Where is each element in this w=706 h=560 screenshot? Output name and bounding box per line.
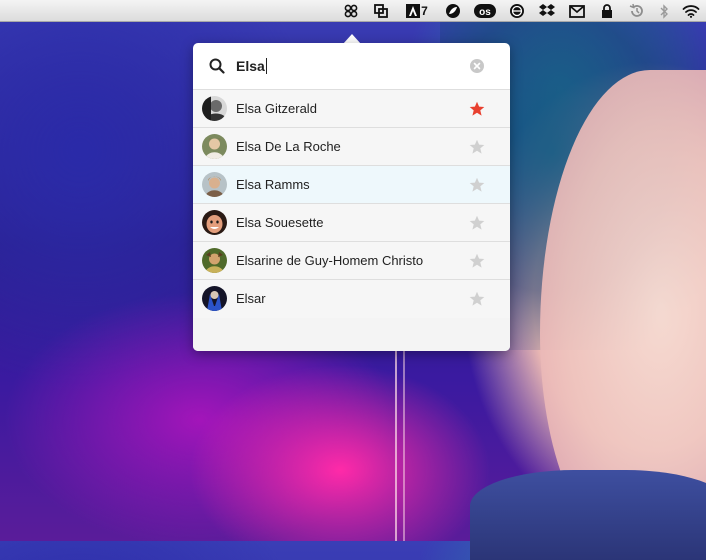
- bluetooth-icon[interactable]: [658, 3, 670, 19]
- avatar: [202, 248, 227, 273]
- list-item[interactable]: Elsarine de Guy-Homem Christo: [193, 242, 510, 280]
- svg-text:os: os: [479, 7, 491, 18]
- mail-icon[interactable]: [568, 3, 586, 19]
- contact-name: Elsa Ramms: [236, 177, 310, 192]
- contact-name: Elsar: [236, 291, 266, 306]
- contact-name: Elsarine de Guy-Homem Christo: [236, 253, 424, 268]
- contact-name: Elsa De La Roche: [236, 139, 341, 154]
- list-item[interactable]: Elsar: [193, 280, 510, 318]
- star-icon[interactable]: [469, 291, 485, 307]
- contact-search-popover: Elsa Elsa Gitzerald Elsa De La Roche Els…: [193, 43, 510, 351]
- list-item[interactable]: Elsa Gitzerald: [193, 90, 510, 128]
- avatar: [202, 96, 227, 121]
- star-icon[interactable]: [469, 101, 485, 117]
- menubar-status-icons: 7 os: [336, 0, 706, 22]
- avatar: [202, 172, 227, 197]
- wallpaper-earphone-cable: [395, 350, 405, 541]
- fluid-icon[interactable]: [444, 3, 462, 19]
- browser-icon[interactable]: [508, 3, 526, 19]
- star-icon[interactable]: [469, 139, 485, 155]
- text-caret: [265, 58, 267, 74]
- search-icon: [209, 58, 225, 74]
- wallpaper-shirt: [470, 470, 706, 560]
- results-list: Elsa Gitzerald Elsa De La Roche Elsa Ram…: [193, 90, 510, 351]
- clear-search-icon[interactable]: [470, 59, 484, 73]
- avatar: [202, 286, 227, 311]
- list-item[interactable]: Elsa Souesette: [193, 204, 510, 242]
- list-item[interactable]: Elsa Ramms: [193, 166, 510, 204]
- contact-name: Elsa Gitzerald: [236, 101, 317, 116]
- contact-name: Elsa Souesette: [236, 215, 324, 230]
- dropbox-icon[interactable]: [538, 3, 556, 19]
- search-query-text: Elsa: [236, 58, 265, 74]
- window-arrange-icon[interactable]: [372, 3, 390, 19]
- adobe-icon[interactable]: 7: [402, 3, 432, 19]
- star-icon[interactable]: [469, 253, 485, 269]
- menubar: 7 os: [0, 0, 706, 22]
- lock-icon[interactable]: [598, 3, 616, 19]
- clover-icon[interactable]: [342, 3, 360, 19]
- list-item[interactable]: Elsa De La Roche: [193, 128, 510, 166]
- lastfm-icon[interactable]: os: [474, 3, 496, 19]
- star-icon[interactable]: [469, 177, 485, 193]
- search-bar: Elsa: [193, 43, 510, 90]
- avatar: [202, 210, 227, 235]
- star-icon[interactable]: [469, 215, 485, 231]
- search-input[interactable]: Elsa: [236, 57, 456, 75]
- avatar: [202, 134, 227, 159]
- wifi-icon[interactable]: [682, 3, 700, 19]
- adobe-update-count: 7: [421, 4, 428, 18]
- time-machine-icon[interactable]: [628, 3, 646, 19]
